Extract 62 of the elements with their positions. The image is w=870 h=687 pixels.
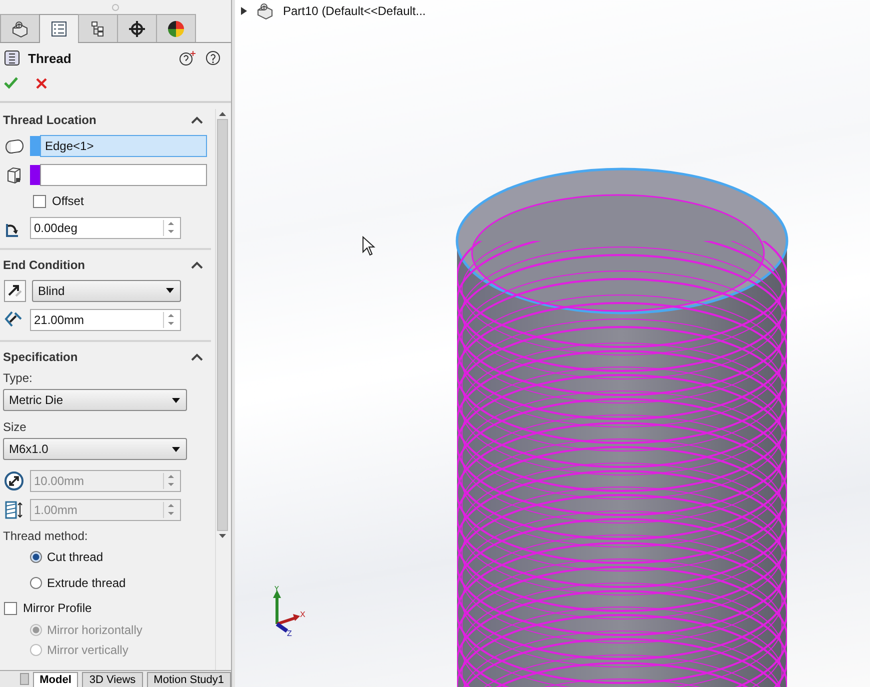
collapse-icon[interactable] — [191, 353, 203, 361]
edge-icon — [4, 136, 24, 154]
field-label: Type: — [2, 370, 34, 386]
caret-icon — [172, 446, 180, 452]
mirror-checkbox[interactable] — [4, 602, 17, 614]
field-label: Size — [2, 419, 28, 435]
caret-icon — [166, 288, 174, 293]
radio-button[interactable] — [30, 551, 42, 563]
crosshair-icon — [128, 20, 146, 38]
scroll-up-icon[interactable] — [219, 112, 226, 116]
radio-label: Cut thread — [47, 550, 104, 564]
offset-checkbox[interactable] — [33, 194, 46, 208]
diameter-icon — [4, 470, 24, 490]
tree-item[interactable]: Part10 (Default<<Default... — [283, 4, 426, 18]
part-icon — [255, 2, 275, 20]
help-icon[interactable] — [179, 50, 197, 66]
view-tab[interactable]: Motion Study1 — [146, 672, 231, 687]
panel-tab[interactable] — [156, 14, 196, 42]
size-dropdown[interactable]: M6x1.0 — [3, 438, 187, 460]
panel-tab[interactable] — [0, 14, 40, 42]
panel-tab[interactable] — [39, 14, 79, 43]
part-icon — [10, 20, 30, 38]
face-selection-field[interactable] — [40, 164, 207, 186]
feature-title: Thread — [28, 50, 72, 66]
collapse-icon[interactable] — [191, 261, 203, 269]
help-icon[interactable] — [205, 50, 221, 66]
caret-icon — [172, 398, 180, 402]
pitch-icon — [4, 500, 24, 520]
scrollbar-thumb[interactable] — [217, 119, 228, 531]
radio-label: Mirror horizontally — [47, 623, 142, 637]
end-condition-dropdown[interactable]: Blind — [32, 280, 181, 302]
checkbox-label: Offset — [52, 194, 84, 208]
list-icon — [50, 20, 68, 38]
edge-selection-field[interactable]: Edge<1> — [40, 134, 207, 156]
depth-field[interactable]: 21.00mm — [30, 308, 181, 330]
view-tab[interactable]: 3D Views — [82, 672, 143, 687]
close-icon[interactable] — [36, 78, 47, 88]
field-label: Thread method: — [2, 528, 89, 544]
section-title: End Condition — [3, 258, 85, 272]
panel-tab[interactable] — [78, 14, 118, 42]
angle-field[interactable]: 0.00deg — [30, 216, 181, 238]
collapse-icon[interactable] — [191, 116, 203, 124]
pointer-icon — [362, 236, 376, 256]
grip-dot-icon[interactable] — [112, 4, 119, 10]
radio-button[interactable] — [30, 577, 42, 589]
thread-icon — [4, 50, 20, 66]
depth-icon — [4, 310, 24, 330]
scroll-down-icon[interactable] — [219, 534, 226, 538]
view-tab[interactable]: Model — [32, 672, 78, 687]
radio-label: Extrude thread — [47, 576, 126, 590]
panel-tab[interactable] — [117, 14, 157, 42]
type-dropdown[interactable]: Metric Die — [3, 389, 187, 411]
appearance-icon — [166, 18, 186, 38]
checkbox-label: Mirror Profile — [23, 601, 92, 615]
section-title: Thread Location — [3, 113, 96, 127]
direction-icon[interactable] — [4, 280, 26, 302]
radio-label: Mirror vertically — [47, 643, 128, 657]
section-title: Specification — [3, 350, 78, 364]
expand-icon[interactable] — [241, 7, 247, 15]
scrollbar[interactable] — [215, 109, 229, 670]
ok-icon[interactable] — [4, 77, 18, 89]
splitter-handle[interactable] — [232, 0, 235, 687]
